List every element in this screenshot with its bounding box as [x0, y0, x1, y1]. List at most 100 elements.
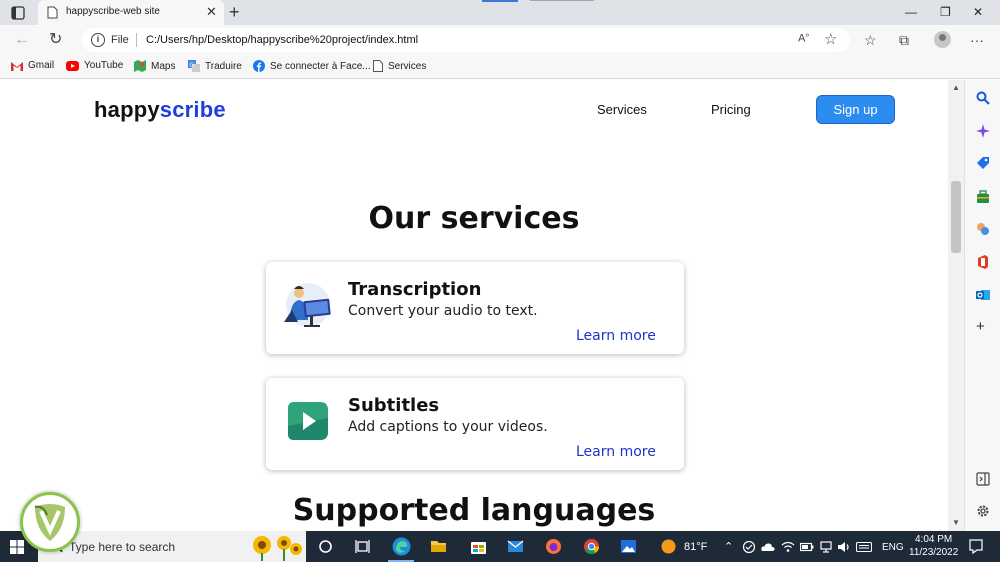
service-card-transcription[interactable]: Transcription Convert your audio to text…	[266, 262, 684, 354]
cortana-icon[interactable]	[317, 538, 334, 555]
notification-icon[interactable]	[969, 539, 983, 554]
card-description: Add captions to your videos.	[348, 419, 548, 435]
browser-tab-active[interactable]: happyscribe-web site ✕	[38, 0, 224, 25]
office-icon[interactable]	[976, 255, 990, 269]
minimize-icon[interactable]: —	[905, 4, 917, 20]
bookmark-traduire[interactable]: G Traduire	[188, 60, 242, 72]
photos-icon[interactable]	[620, 538, 637, 555]
bookmark-services[interactable]: Services	[373, 60, 426, 72]
volume-icon[interactable]	[837, 540, 851, 554]
languages-heading: Supported languages	[292, 493, 656, 528]
address-separator	[136, 33, 137, 47]
shopping-tag-icon[interactable]	[976, 156, 990, 170]
svg-text:G: G	[190, 62, 195, 69]
logo-text-scribe: scribe	[159, 97, 226, 122]
hide-sidebar-icon[interactable]	[976, 472, 990, 486]
scroll-down-icon[interactable]: ▼	[952, 518, 960, 527]
screen: happyscribe-web site ✕ + — ❐ ✕ ← ↻ i Fil…	[0, 0, 1000, 562]
floating-app-badge[interactable]	[20, 492, 80, 552]
network-icon[interactable]	[819, 540, 833, 554]
more-options-icon[interactable]: ···	[970, 31, 984, 49]
add-favorite-icon[interactable]: ☆	[824, 30, 837, 48]
video-play-icon	[288, 402, 328, 440]
wifi-icon[interactable]	[781, 540, 795, 554]
new-tab-icon[interactable]: +	[229, 2, 240, 22]
weather-sun-icon[interactable]	[660, 538, 677, 555]
read-aloud-icon[interactable]: A»	[798, 32, 809, 45]
bookmarks-bar: Gmail YouTube Maps G Traduire Se connect…	[0, 55, 1000, 79]
firefox-icon[interactable]	[545, 538, 562, 555]
learn-more-link[interactable]: Learn more	[576, 328, 656, 344]
scroll-up-icon[interactable]: ▲	[952, 83, 960, 92]
card-title: Subtitles	[348, 395, 440, 416]
browser-toolbar: ← ↻ i File C:/Users/hp/Desktop/happyscri…	[0, 25, 1000, 55]
tools-icon[interactable]	[976, 190, 990, 204]
taskbar-search-box[interactable]: Type here to search	[38, 531, 306, 562]
tab-strip-accent-secondary	[530, 0, 594, 1]
bookmark-label: Traduire	[205, 60, 242, 72]
chrome-icon[interactable]	[583, 538, 600, 555]
store-icon[interactable]	[470, 538, 487, 555]
bookmark-gmail[interactable]: Gmail	[11, 60, 54, 71]
card-title: Transcription	[348, 279, 482, 300]
refresh-icon[interactable]: ↻	[49, 31, 62, 49]
tab-close-icon[interactable]: ✕	[206, 4, 217, 20]
url-text[interactable]: C:/Users/hp/Desktop/happyscribe%20projec…	[146, 34, 418, 46]
services-heading: Our services	[368, 201, 580, 236]
collections-icon[interactable]: ⧉	[899, 31, 909, 49]
windows-start-icon[interactable]	[10, 540, 24, 554]
nav-pricing-link[interactable]: Pricing	[711, 102, 751, 117]
youtube-icon	[66, 60, 79, 71]
file-explorer-icon[interactable]	[430, 538, 447, 555]
clock-date[interactable]: 11/23/2022	[909, 547, 958, 558]
bookmark-facebook[interactable]: Se connecter à Face...	[253, 60, 371, 72]
page-scrollbar[interactable]: ▲ ▼	[948, 80, 964, 531]
show-hidden-icons-chevron-icon[interactable]: ⌃	[724, 540, 733, 553]
keyboard-icon[interactable]	[856, 540, 872, 554]
task-view-icon[interactable]	[354, 538, 371, 555]
onedrive-cloud-icon[interactable]	[761, 540, 775, 554]
scrollbar-thumb[interactable]	[951, 181, 961, 253]
signup-button[interactable]: Sign up	[816, 95, 895, 124]
battery-icon[interactable]	[800, 540, 814, 554]
edge-browser-icon[interactable]	[392, 537, 411, 556]
bookmark-label: Maps	[151, 60, 176, 72]
games-icon[interactable]	[976, 222, 990, 236]
tab-strip-accent	[482, 0, 518, 2]
taskbar-search-placeholder: Type here to search	[69, 540, 176, 554]
bookmark-maps[interactable]: Maps	[134, 60, 175, 72]
back-icon[interactable]: ←	[14, 31, 30, 49]
clock-time[interactable]: 4:04 PM	[915, 534, 952, 545]
add-sidebar-app-icon[interactable]: +	[976, 319, 990, 334]
settings-gear-icon[interactable]	[976, 504, 990, 518]
language-indicator[interactable]: ENG	[882, 542, 904, 553]
tab-actions-icon[interactable]	[8, 4, 28, 21]
bookmark-youtube[interactable]: YouTube	[66, 60, 123, 71]
nav-services-link[interactable]: Services	[597, 102, 647, 117]
mail-icon[interactable]	[507, 538, 524, 555]
bookmark-label: Se connecter à Face...	[270, 60, 371, 72]
site-logo[interactable]: happyscribe	[94, 97, 226, 123]
learn-more-link[interactable]: Learn more	[576, 444, 656, 460]
card-description: Convert your audio to text.	[348, 303, 538, 319]
gmail-icon	[11, 61, 23, 71]
favorites-icon[interactable]: ☆	[864, 31, 877, 49]
tray-app-icon[interactable]	[742, 540, 756, 554]
profile-avatar[interactable]	[934, 31, 951, 48]
page-icon	[373, 60, 383, 72]
search-icon[interactable]	[976, 91, 990, 105]
webpage-viewport: happyscribe Services Pricing Sign up Our…	[0, 80, 948, 531]
maps-icon	[134, 60, 146, 72]
edge-sidebar: +	[964, 80, 1000, 531]
sunflower-icon	[253, 536, 302, 561]
service-card-subtitles[interactable]: Subtitles Add captions to your videos. L…	[266, 378, 684, 470]
facebook-icon	[253, 60, 265, 72]
address-bar[interactable]: i File C:/Users/hp/Desktop/happyscribe%2…	[82, 28, 850, 52]
info-icon[interactable]: i	[91, 33, 105, 47]
page-favicon-icon	[47, 6, 58, 19]
window-close-icon[interactable]: ✕	[973, 4, 983, 20]
weather-temperature[interactable]: 81°F	[684, 541, 707, 553]
discover-icon[interactable]	[976, 124, 990, 138]
outlook-icon[interactable]	[976, 288, 990, 302]
restore-icon[interactable]: ❐	[940, 4, 951, 20]
